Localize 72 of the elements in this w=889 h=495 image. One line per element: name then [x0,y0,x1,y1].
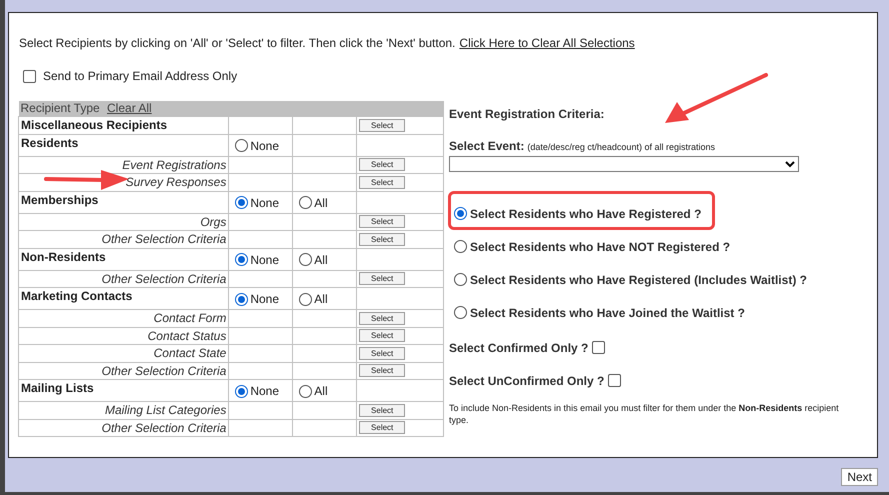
sub-label: Contact State [154,346,226,360]
section-title: Event Registration Criteria: [449,106,606,123]
sub-label: Orgs [200,214,226,228]
radio-button[interactable] [235,196,248,209]
clear-all-link[interactable]: Clear All [107,101,152,115]
select-button[interactable]: Select [359,215,406,228]
select-button[interactable]: Select [359,421,406,434]
radio-label: None [250,252,280,268]
radio-label: None [250,383,280,400]
select-button[interactable]: Select [359,232,406,246]
radio-button[interactable] [299,292,312,306]
option-label: Select Residents who Have NOT Registered ? [470,238,730,256]
checkbox-label: Send to Primary Email Address Only [43,68,238,85]
radio-label: None [250,194,280,212]
sub-label: Event Registrations [122,158,226,172]
chevron-down-icon [785,160,795,168]
next-button[interactable]: Next [841,468,878,486]
field-label: Select Event: [449,138,524,155]
instruction-text: Select Recipients by clicking on 'All' or 'Select' to filter. Then click the 'Next' button. [19,35,456,52]
radio-label: None [250,138,280,154]
group-label: Miscellaneous Recipients [21,118,168,132]
field-hint: (date/desc/reg ct/headcount) of all registrations [527,141,715,154]
radio-label: All [314,291,328,308]
select-button[interactable]: Select [359,176,406,189]
option-label: Select Residents who Have Joined the Waitlist ? [470,304,745,322]
checkbox-label: Select UnConfirmed Only ? [449,372,604,390]
select-button[interactable]: Select [359,329,406,342]
option-label: Select Residents who Have Registered (Includes Waitlist) ? [470,272,807,288]
radio-button[interactable] [454,306,467,319]
group-label: Memberships [21,192,98,206]
select-button[interactable]: Select [359,312,406,325]
radio-label: None [250,291,280,308]
group-label: Mailing Lists [21,381,94,395]
sub-label: Mailing List Categories [104,403,226,417]
note-text: To include Non-Residents in this email you must filter for them under the Non-Residents recipient type. [449,402,840,426]
radio-button[interactable] [454,207,467,220]
sub-label: Contact Status [148,328,226,342]
select-button[interactable]: Select [359,272,406,286]
radio-button[interactable] [454,273,467,286]
select-button[interactable]: Select [359,364,406,378]
checkbox[interactable] [592,341,606,354]
radio-label: All [314,194,328,212]
select-button[interactable]: Select [359,346,406,360]
radio-button[interactable] [454,240,467,253]
radio-button[interactable] [299,196,312,209]
select-button[interactable]: Select [359,118,406,132]
select-button[interactable]: Select [359,158,406,172]
radio-button[interactable] [299,384,312,398]
radio-label: All [314,252,328,268]
sub-label: Contact Form [154,311,226,325]
event-select[interactable] [449,156,799,172]
checkbox[interactable] [23,70,36,82]
option-label: Select Residents who Have Registered ? [470,206,702,222]
select-button[interactable]: Select [359,404,406,417]
column-header: Recipient Type [20,101,100,115]
radio-button[interactable] [235,292,248,306]
radio-button[interactable] [235,139,248,152]
sub-label: Other Selection Criteria [102,232,226,246]
radio-button[interactable] [235,384,248,398]
group-label: Marketing Contacts [21,289,132,303]
radio-button[interactable] [299,253,312,266]
clear-selections-link[interactable]: Click Here to Clear All Selections [459,34,635,52]
sub-label: Other Selection Criteria [102,364,226,378]
sub-label: Other Selection Criteria [102,420,226,434]
radio-label: All [314,383,328,400]
group-label: Residents [21,136,78,150]
sub-label: Survey Responses [126,175,226,189]
radio-button[interactable] [235,253,248,266]
group-label: Non-Residents [21,250,106,264]
checkbox-label: Select Confirmed Only ? [449,340,588,356]
checkbox[interactable] [608,374,622,387]
sub-label: Other Selection Criteria [102,272,226,286]
